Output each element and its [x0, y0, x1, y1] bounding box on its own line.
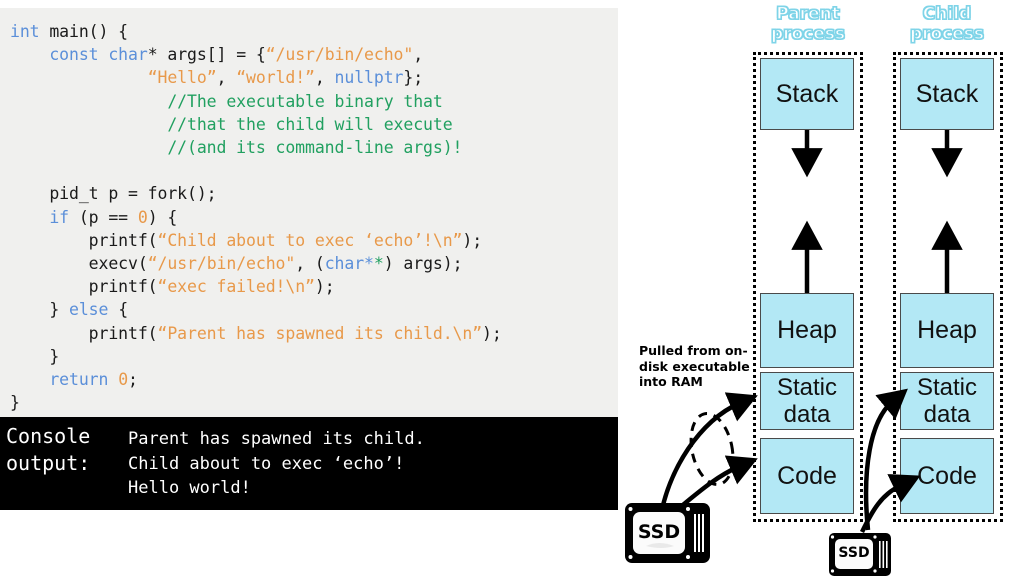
code-token: , — [413, 45, 424, 65]
code-token: if — [49, 207, 70, 227]
code-token: //The executable binary that — [167, 91, 443, 111]
code-token: main() { — [49, 22, 129, 41]
parent-process-title: Parent process — [770, 3, 846, 44]
code-token: printf( — [10, 277, 158, 297]
code-token: ); — [462, 230, 483, 250]
code-line: printf(“Child about to exec ‘echo’!\n”); — [10, 229, 502, 252]
child-segment-code: Code — [900, 438, 994, 514]
child-process-title: Child process — [909, 3, 985, 44]
console-output-text: Parent has spawned its child. Child abou… — [128, 429, 425, 498]
code-line: execv(“/usr/bin/echo", (char**) args); — [10, 252, 502, 275]
code-line: } — [10, 391, 502, 414]
code-listing: int main() { const char* args[] = {“/usr… — [10, 20, 502, 414]
code-token: “Hello” — [147, 68, 217, 88]
code-token: //that the child will execute — [167, 114, 453, 134]
code-token: printf( — [10, 230, 158, 250]
code-token: //(and its command-line args)! — [167, 138, 463, 158]
code-token: , — [314, 68, 335, 88]
parent-segment-static-data: Static data — [760, 372, 854, 430]
code-panel: int main() { const char* args[] = {“/usr… — [0, 8, 618, 417]
code-token: ) args); — [383, 254, 463, 274]
code-line: } — [10, 345, 502, 368]
code-token: char* — [324, 254, 374, 274]
code-line: //that the child will execute — [10, 113, 502, 136]
code-token: }; — [403, 68, 424, 88]
code-token: pid_t p = fork(); — [10, 184, 217, 204]
code-token: “/usr/bin/echo" — [265, 45, 414, 65]
code-line: return 0; — [10, 368, 502, 391]
child-segment-heap: Heap — [900, 293, 994, 368]
console-output-panel: Console output: Parent has spawned its c… — [0, 417, 618, 510]
code-line: } else { — [10, 298, 502, 321]
code-line: “Hello”, “world!”, nullptr}; — [10, 66, 502, 89]
parent-segment-code: Code — [760, 438, 854, 514]
code-line: //(and its command-line args)! — [10, 136, 502, 159]
code-token: ) { — [147, 207, 178, 227]
code-token: execv( — [10, 254, 148, 274]
ssd-left-label: SSD — [637, 521, 681, 543]
code-token: int — [10, 22, 50, 41]
code-token: “exec failed!\n” — [157, 277, 315, 297]
code-token: ; — [128, 370, 138, 390]
code-token: nullptr — [334, 68, 404, 88]
code-line: pid_t p = fork(); — [10, 182, 502, 205]
child-segment-static-data: Static data — [900, 372, 994, 430]
code-token: (p == — [69, 207, 138, 227]
code-token: ); — [314, 277, 335, 297]
code-token: const char — [49, 45, 148, 65]
code-token: return — [49, 370, 119, 390]
code-token: } — [10, 393, 20, 413]
ssd-icon-right: SSD — [828, 532, 892, 576]
parent-segment-heap: Heap — [760, 293, 854, 368]
code-token: } — [10, 300, 70, 320]
code-token: 0 — [118, 370, 129, 390]
code-token: “Child about to exec ‘echo’!\n” — [157, 230, 463, 250]
code-line: printf(“Parent has spawned its child.\n”… — [10, 322, 502, 345]
code-token: { — [108, 300, 129, 320]
code-line: int main() { — [10, 20, 502, 43]
code-token: printf( — [10, 323, 158, 343]
code-line: //The executable binary that — [10, 90, 502, 113]
code-token: } — [10, 346, 60, 366]
child-segment-stack: Stack — [900, 58, 994, 130]
code-token: “world!” — [236, 68, 315, 88]
console-output-label: Console output: — [6, 424, 91, 475]
ssd-icon-left: SSD — [624, 502, 711, 564]
parent-segment-stack: Stack — [760, 58, 854, 130]
code-line: printf(“exec failed!\n”); — [10, 275, 502, 298]
pulled-from-disk-caption: Pulled from on-disk executable into RAM — [639, 343, 750, 389]
code-token: ); — [482, 323, 502, 343]
code-token: 0 — [137, 207, 148, 227]
code-token: , ( — [295, 254, 325, 274]
code-line: if (p == 0) { — [10, 206, 502, 229]
dashed-ellipse-annotation — [689, 412, 735, 486]
code-token: else — [69, 300, 109, 320]
code-token: * — [373, 254, 384, 274]
ssd-right-label: SSD — [838, 545, 870, 561]
code-token: * args[] = { — [147, 45, 266, 65]
code-line: const char* args[] = {“/usr/bin/echo", — [10, 43, 502, 66]
code-token: “/usr/bin/echo" — [147, 254, 296, 274]
code-token: , — [216, 68, 237, 88]
code-token: “Parent has spawned its child.\n” — [157, 323, 483, 343]
